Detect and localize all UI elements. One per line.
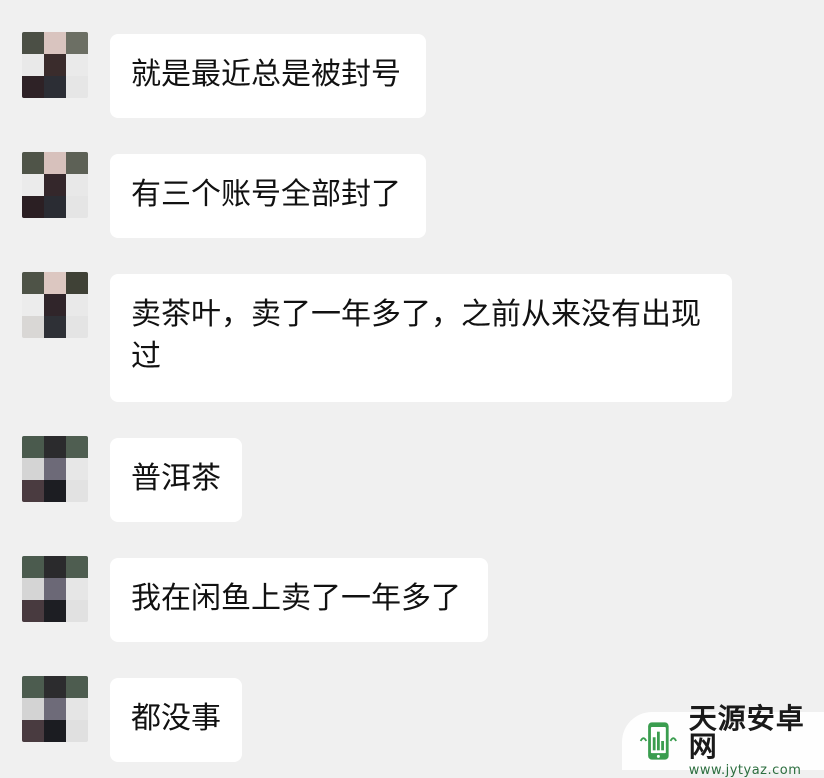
avatar-pixel (66, 480, 88, 502)
avatar-pixel (44, 76, 66, 98)
avatar-pixel (44, 676, 66, 698)
watermark-title: 天源安卓网 (688, 702, 805, 763)
android-phone-logo-icon (639, 722, 677, 760)
avatar[interactable] (22, 32, 88, 98)
message-bubble[interactable]: 有三个账号全部封了 (110, 154, 426, 238)
watermark-url: www.jytyaz.com (688, 763, 802, 778)
avatar-pixel (66, 196, 88, 218)
avatar-pixel (22, 458, 44, 480)
avatar-pixel (44, 556, 66, 578)
avatar-pixel (22, 600, 44, 622)
avatar-pixel (22, 480, 44, 502)
avatar-pixel (66, 174, 88, 196)
avatar-pixel (44, 600, 66, 622)
avatar-pixel (66, 76, 88, 98)
avatar[interactable] (22, 556, 88, 622)
message-bubble[interactable]: 卖茶叶，卖了一年多了，之前从来没有出现过 (110, 274, 732, 402)
avatar[interactable] (22, 152, 88, 218)
avatar-pixel (66, 458, 88, 480)
message-bubble[interactable]: 我在闲鱼上卖了一年多了 (110, 558, 488, 642)
avatar-pixel (22, 152, 44, 174)
avatar-pixel (66, 436, 88, 458)
avatar-pixel (22, 196, 44, 218)
avatar[interactable] (22, 436, 88, 502)
avatar-pixel (66, 316, 88, 338)
message-bubble[interactable]: 就是最近总是被封号 (110, 34, 426, 118)
avatar-pixel (44, 316, 66, 338)
avatar-pixel (66, 272, 88, 294)
avatar-pixel (22, 720, 44, 742)
avatar-pixel (66, 54, 88, 76)
avatar-pixel (22, 174, 44, 196)
avatar-pixel (22, 294, 44, 316)
avatar-pixel (22, 272, 44, 294)
avatar-pixel (44, 152, 66, 174)
avatar-pixel (22, 76, 44, 98)
message-bubble[interactable]: 普洱茶 (110, 438, 242, 522)
avatar-pixel (22, 578, 44, 600)
avatar[interactable] (22, 272, 88, 338)
avatar-pixel (44, 54, 66, 76)
avatar-pixel (66, 294, 88, 316)
avatar-pixel (44, 436, 66, 458)
avatar-pixel (66, 152, 88, 174)
avatar-pixel (66, 32, 88, 54)
avatar-pixel (22, 54, 44, 76)
avatar-pixel (66, 698, 88, 720)
avatar-pixel (22, 556, 44, 578)
avatar-pixel (44, 32, 66, 54)
avatar-pixel (44, 174, 66, 196)
avatar-pixel (44, 480, 66, 502)
avatar-pixel (44, 720, 66, 742)
site-watermark: 天源安卓网 www.jytyaz.com (622, 705, 824, 777)
avatar[interactable] (22, 676, 88, 742)
avatar-pixel (66, 556, 88, 578)
avatar-pixel (22, 436, 44, 458)
avatar-pixel (44, 196, 66, 218)
avatar-pixel (22, 698, 44, 720)
avatar-pixel (44, 698, 66, 720)
avatar-pixel (44, 578, 66, 600)
avatar-pixel (66, 578, 88, 600)
avatar-pixel (22, 676, 44, 698)
avatar-pixel (22, 316, 44, 338)
avatar-pixel (44, 294, 66, 316)
watermark-text: 天源安卓网 www.jytyaz.com (688, 702, 824, 778)
avatar-pixel (66, 676, 88, 698)
avatar-pixel (66, 600, 88, 622)
avatar-pixel (44, 272, 66, 294)
avatar-pixel (66, 720, 88, 742)
avatar-pixel (22, 32, 44, 54)
message-bubble[interactable]: 都没事 (110, 678, 242, 762)
avatar-pixel (44, 458, 66, 480)
